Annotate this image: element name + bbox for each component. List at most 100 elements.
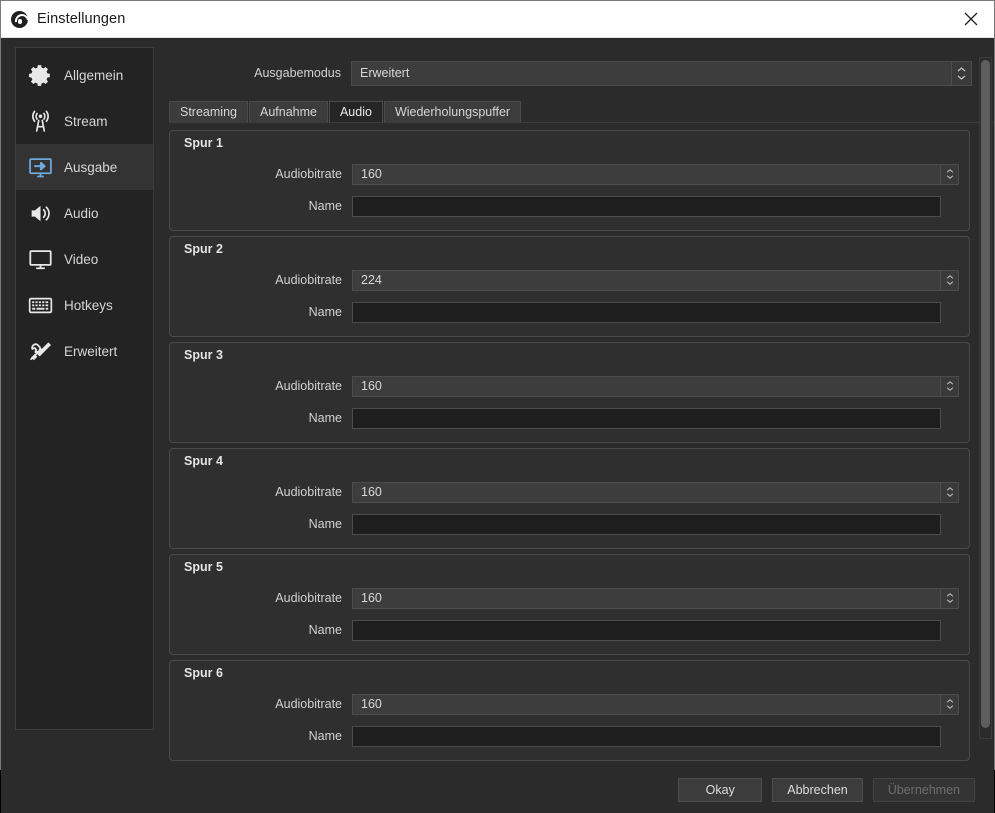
dialog-footer: Okay Abbrechen Übernehmen (1, 766, 994, 813)
sidebar-item-label: Hotkeys (64, 297, 113, 313)
name-row: Name (180, 724, 959, 748)
track-title: Spur 5 (184, 560, 223, 574)
bitrate-input[interactable]: 224 (352, 269, 941, 291)
bitrate-label: Audiobitrate (275, 697, 342, 711)
sidebar-item-label: Video (64, 251, 99, 267)
bitrate-label: Audiobitrate (275, 273, 342, 287)
tools-icon (27, 338, 53, 364)
bitrate-row: Audiobitrate 160 (180, 480, 959, 504)
keyboard-icon (27, 292, 53, 318)
updown-chevron-icon[interactable] (941, 375, 959, 397)
tab-audio[interactable]: Audio (328, 101, 383, 122)
audio-tracks-list: Spur 1 Audiobitrate 160 Name Spur 2 Audi… (169, 130, 972, 761)
sidebar-item-allgemein[interactable]: Allgemein (16, 52, 153, 98)
track-name-input[interactable] (352, 725, 941, 747)
sidebar-item-label: Stream (64, 113, 108, 129)
track-title: Spur 2 (184, 242, 223, 256)
monitor-icon (27, 246, 53, 272)
window-title: Einstellungen (37, 11, 126, 27)
sidebar-item-label: Allgemein (64, 67, 124, 83)
updown-chevron-icon[interactable] (941, 481, 959, 503)
bitrate-input[interactable]: 160 (352, 163, 941, 185)
bitrate-row: Audiobitrate 160 (180, 374, 959, 398)
bitrate-label: Audiobitrate (275, 591, 342, 605)
bitrate-row: Audiobitrate 160 (180, 162, 959, 186)
updown-chevron-icon[interactable] (941, 693, 959, 715)
name-row: Name (180, 406, 959, 430)
settings-window: Einstellungen Allgemein Stream Ausgabe A… (0, 0, 995, 813)
track-name-input[interactable] (352, 195, 941, 217)
dialog-body: Allgemein Stream Ausgabe Audio Video Hot… (1, 38, 994, 766)
sidebar-item-hotkeys[interactable]: Hotkeys (16, 282, 153, 328)
track-name-input[interactable] (352, 407, 941, 429)
track-group: Spur 2 Audiobitrate 224 Name (169, 236, 970, 337)
bitrate-input[interactable]: 160 (352, 481, 941, 503)
name-row: Name (180, 512, 959, 536)
bitrate-row: Audiobitrate 160 (180, 586, 959, 610)
updown-chevron-icon[interactable] (941, 163, 959, 185)
bitrate-row: Audiobitrate 160 (180, 692, 959, 716)
track-group: Spur 5 Audiobitrate 160 Name (169, 554, 970, 655)
scrollbar-thumb[interactable] (981, 60, 990, 728)
sidebar-item-label: Audio (64, 205, 99, 221)
tab-aufnahme[interactable]: Aufnahme (248, 101, 328, 122)
sidebar-item-label: Ausgabe (64, 159, 118, 175)
settings-sidebar: Allgemein Stream Ausgabe Audio Video Hot… (15, 47, 154, 730)
bitrate-label: Audiobitrate (275, 485, 342, 499)
tab-streaming[interactable]: Streaming (169, 101, 248, 122)
audio-tracks-scroll-area: Spur 1 Audiobitrate 160 Name Spur 2 Audi… (169, 130, 972, 766)
bitrate-input[interactable]: 160 (352, 693, 941, 715)
sidebar-item-video[interactable]: Video (16, 236, 153, 282)
cancel-button[interactable]: Abbrechen (772, 777, 863, 802)
track-group: Spur 1 Audiobitrate 160 Name (169, 130, 970, 231)
close-icon[interactable] (948, 1, 994, 37)
name-label: Name (308, 623, 342, 637)
updown-chevron-icon[interactable] (941, 587, 959, 609)
settings-pane: Ausgabemodus Erweitert Streaming Aufnahm… (163, 47, 994, 766)
speaker-icon (27, 200, 53, 226)
name-row: Name (180, 300, 959, 324)
track-name-input[interactable] (352, 513, 941, 535)
bitrate-label: Audiobitrate (275, 167, 342, 181)
bitrate-row: Audiobitrate 224 (180, 268, 959, 292)
bitrate-label: Audiobitrate (275, 379, 342, 393)
gear-icon (27, 62, 53, 88)
sidebar-item-ausgabe[interactable]: Ausgabe (16, 144, 153, 190)
track-group: Spur 4 Audiobitrate 160 Name (169, 448, 970, 549)
track-title: Spur 6 (184, 666, 223, 680)
updown-chevron-icon[interactable] (941, 269, 959, 291)
tab-wiederholungspuffer[interactable]: Wiederholungspuffer (383, 101, 522, 122)
track-name-input[interactable] (352, 301, 941, 323)
track-title: Spur 4 (184, 454, 223, 468)
output-mode-select[interactable]: Erweitert (351, 60, 952, 86)
bitrate-input[interactable]: 160 (352, 587, 941, 609)
name-label: Name (308, 199, 342, 213)
title-bar: Einstellungen (1, 1, 994, 38)
bitrate-input[interactable]: 160 (352, 375, 941, 397)
track-name-input[interactable] (352, 619, 941, 641)
name-row: Name (180, 618, 959, 642)
ok-button[interactable]: Okay (678, 777, 763, 802)
name-label: Name (308, 729, 342, 743)
track-title: Spur 1 (184, 136, 223, 150)
output-mode-row: Ausgabemodus Erweitert (163, 59, 972, 87)
track-group: Spur 3 Audiobitrate 160 Name (169, 342, 970, 443)
sidebar-item-label: Erweitert (64, 343, 118, 359)
track-group: Spur 6 Audiobitrate 160 Name (169, 660, 970, 761)
name-label: Name (308, 517, 342, 531)
name-label: Name (308, 305, 342, 319)
sidebar-item-stream[interactable]: Stream (16, 98, 153, 144)
apply-button: Übernehmen (872, 777, 975, 802)
output-monitor-icon (27, 154, 53, 180)
track-title: Spur 3 (184, 348, 223, 362)
broadcast-icon (27, 108, 53, 134)
obs-logo-icon (11, 10, 28, 28)
name-label: Name (308, 411, 342, 425)
name-row: Name (180, 194, 959, 218)
sidebar-item-audio[interactable]: Audio (16, 190, 153, 236)
output-mode-label: Ausgabemodus (254, 66, 341, 80)
sidebar-item-erweitert[interactable]: Erweitert (16, 328, 153, 374)
vertical-scrollbar[interactable] (979, 57, 992, 739)
output-tabs: Streaming Aufnahme Audio Wiederholungspu… (169, 101, 994, 123)
updown-chevron-icon[interactable] (952, 60, 972, 86)
